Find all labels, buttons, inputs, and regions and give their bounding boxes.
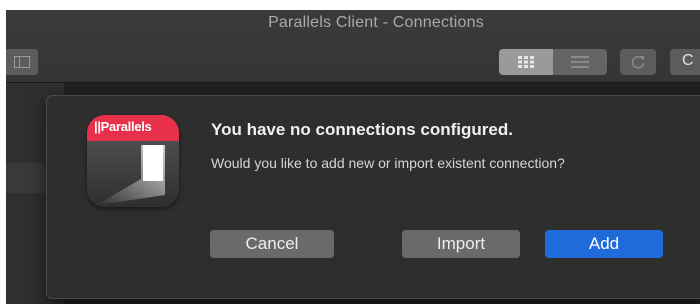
cancel-button[interactable]: Cancel (210, 230, 334, 258)
dialog-heading: You have no connections configured. (211, 120, 513, 139)
app-window: Parallels Client - Connections C ||Paral… (6, 10, 700, 304)
grid-view-button[interactable] (499, 49, 553, 75)
grid-icon (518, 56, 534, 68)
import-button[interactable]: Import (402, 230, 520, 258)
refresh-button[interactable] (620, 49, 656, 75)
titlebar: Parallels Client - Connections C (6, 10, 700, 83)
refresh-icon (631, 55, 645, 69)
list-icon (571, 56, 589, 68)
parallels-app-icon: ||Parallels (87, 115, 179, 207)
window-title: Parallels Client - Connections (268, 14, 484, 31)
sidebar-toggle-button[interactable] (6, 49, 38, 75)
add-button[interactable]: Add (545, 230, 663, 258)
app-icon-brand-text: ||Parallels (94, 119, 152, 134)
more-button[interactable]: C (670, 49, 700, 75)
more-button-label: C (682, 52, 694, 69)
dialog-message: Would you like to add new or import exis… (211, 155, 565, 171)
sidebar-icon (14, 56, 30, 68)
no-connections-dialog: ||Parallels You have no connections conf… (46, 95, 700, 299)
list-view-button[interactable] (553, 49, 607, 75)
